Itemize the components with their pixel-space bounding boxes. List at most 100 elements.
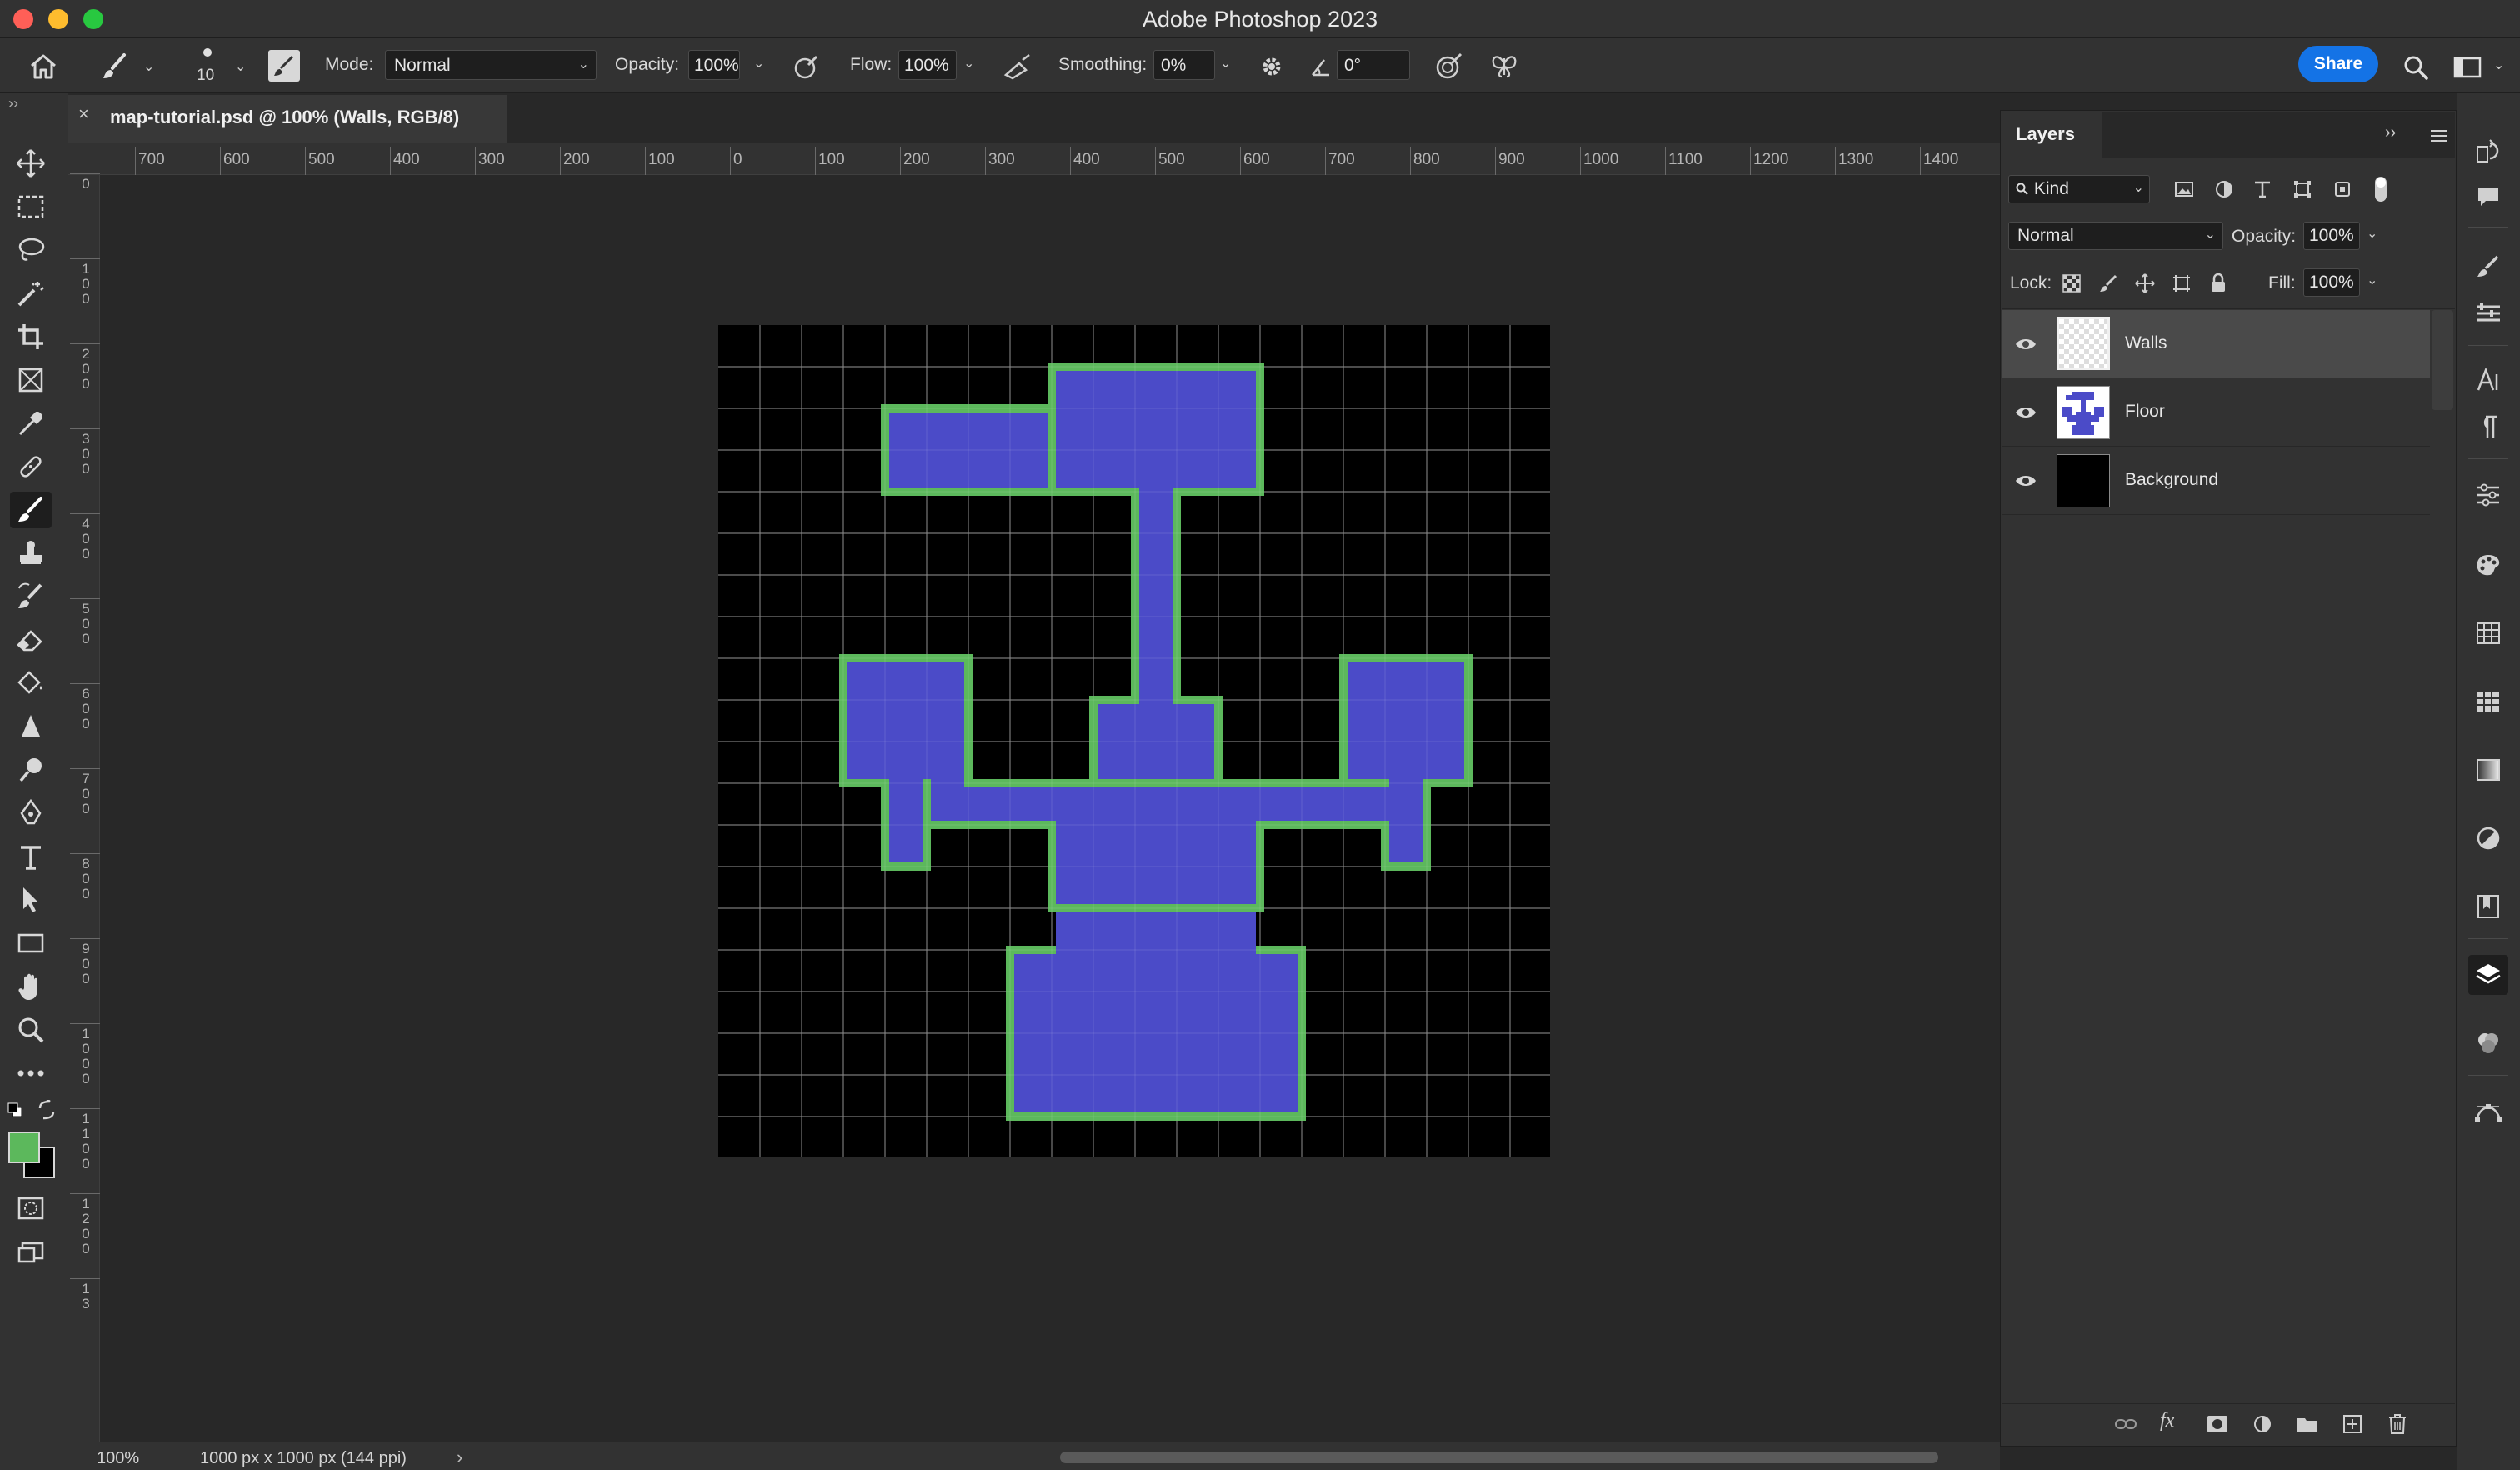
chevron-down-icon[interactable]: ⌄ xyxy=(2367,272,2378,288)
quick-mask-mode-icon[interactable] xyxy=(10,1190,52,1227)
history-panel-icon[interactable] xyxy=(2468,132,2508,172)
filter-toggle-switch[interactable] xyxy=(2375,177,2387,202)
link-layers-icon[interactable] xyxy=(2113,1412,2138,1437)
layer-name-floor[interactable]: Floor xyxy=(2125,402,2165,422)
filter-shape-layers-icon[interactable] xyxy=(2290,177,2315,202)
layer-name-walls[interactable]: Walls xyxy=(2125,333,2168,353)
filter-pixel-layers-icon[interactable] xyxy=(2172,177,2197,202)
brush-tool-icon[interactable] xyxy=(10,492,52,528)
layer-row-floor[interactable]: Floor xyxy=(2002,378,2430,447)
layers-panel-dock-icon[interactable] xyxy=(2468,955,2508,995)
mode-select[interactable]: Normal ⌄ xyxy=(385,50,597,80)
zoom-level[interactable]: 100% xyxy=(97,1449,139,1468)
crop-tool-icon[interactable] xyxy=(10,318,52,355)
type-tool-icon[interactable] xyxy=(10,838,52,875)
lock-all-icon[interactable] xyxy=(2207,272,2230,295)
filter-adjustment-layers-icon[interactable] xyxy=(2212,177,2237,202)
chevron-down-icon[interactable]: ⌄ xyxy=(2367,225,2378,242)
layer-name-background[interactable]: Background xyxy=(2125,470,2218,490)
patterns-panel-icon[interactable] xyxy=(2468,682,2508,722)
magic-wand-tool-icon[interactable] xyxy=(10,275,52,312)
layers-scrollbar[interactable] xyxy=(2432,310,2453,410)
screen-mode-icon[interactable] xyxy=(10,1235,52,1272)
new-adjustment-layer-icon[interactable] xyxy=(2250,1412,2275,1437)
brush-angle-field[interactable]: 0° xyxy=(1337,50,1410,80)
frame-tool-icon[interactable] xyxy=(10,362,52,398)
expand-panel-icon[interactable]: ›› xyxy=(2385,123,2396,142)
layer-opacity-field[interactable]: 100% xyxy=(2303,222,2360,250)
brush-settings-panel-icon[interactable] xyxy=(268,50,300,82)
flow-field[interactable]: 100% xyxy=(898,50,957,80)
swap-colors-icon[interactable] xyxy=(37,1098,57,1120)
home-icon[interactable] xyxy=(25,48,62,85)
smoothing-field[interactable]: 0% xyxy=(1153,50,1215,80)
add-layer-mask-icon[interactable] xyxy=(2205,1412,2230,1437)
rectangle-tool-icon[interactable] xyxy=(10,925,52,962)
chevron-down-icon[interactable]: ⌄ xyxy=(2493,57,2504,73)
paragraph-panel-icon[interactable] xyxy=(2468,407,2508,447)
spot-healing-brush-tool-icon[interactable] xyxy=(10,448,52,485)
blur-tool-icon[interactable] xyxy=(10,708,52,745)
new-group-folder-icon[interactable] xyxy=(2295,1412,2320,1437)
chevron-down-icon[interactable]: ⌄ xyxy=(753,55,764,72)
brush-tool-preset-icon[interactable] xyxy=(97,48,133,85)
layer-filter-kind-select[interactable]: Kind ⌄ xyxy=(2008,175,2150,203)
lock-artboard-icon[interactable] xyxy=(2170,272,2193,295)
default-colors-icon[interactable] xyxy=(7,1102,23,1118)
document-tab-title[interactable]: map-tutorial.psd @ 100% (Walls, RGB/8) xyxy=(110,107,459,128)
eye-icon[interactable] xyxy=(2013,332,2038,357)
properties-panel-icon[interactable] xyxy=(2468,475,2508,515)
hand-tool-icon[interactable] xyxy=(10,968,52,1005)
swatches-panel-icon[interactable] xyxy=(2468,613,2508,653)
status-info-menu-icon[interactable]: › xyxy=(457,1447,462,1468)
layer-style-fx-icon[interactable]: fx xyxy=(2160,1410,2174,1432)
move-tool-icon[interactable] xyxy=(10,145,52,182)
brushes-panel-icon[interactable] xyxy=(2468,293,2508,333)
opacity-field[interactable]: 100% xyxy=(688,50,740,80)
new-layer-icon[interactable] xyxy=(2340,1412,2365,1437)
adjustments-panel-icon[interactable] xyxy=(2468,818,2508,858)
rectangular-marquee-tool-icon[interactable] xyxy=(10,188,52,225)
libraries-panel-icon[interactable] xyxy=(2468,887,2508,927)
chevron-down-icon[interactable]: ⌄ xyxy=(235,58,246,75)
filter-smart-objects-icon[interactable] xyxy=(2330,177,2355,202)
eye-icon[interactable] xyxy=(2013,468,2038,493)
horizontal-ruler[interactable] xyxy=(68,143,2000,175)
pressure-opacity-icon[interactable] xyxy=(790,50,823,83)
horizontal-scrollbar[interactable] xyxy=(1060,1452,1938,1463)
clone-stamp-tool-icon[interactable] xyxy=(10,535,52,572)
lock-transparent-pixels-icon[interactable] xyxy=(2060,272,2083,295)
channels-panel-icon[interactable] xyxy=(2468,1023,2508,1063)
dodge-tool-icon[interactable] xyxy=(10,752,52,788)
document-canvas[interactable] xyxy=(718,325,1550,1157)
layer-blend-mode-select[interactable]: Normal ⌄ xyxy=(2008,222,2223,250)
expand-toolbar-icon[interactable]: ›› xyxy=(8,95,18,112)
character-panel-icon[interactable] xyxy=(2468,360,2508,400)
gradients-panel-icon[interactable] xyxy=(2468,750,2508,790)
paths-panel-icon[interactable] xyxy=(2468,1092,2508,1132)
delete-layer-trash-icon[interactable] xyxy=(2385,1412,2410,1437)
lock-image-pixels-icon[interactable] xyxy=(2097,272,2120,295)
search-icon[interactable] xyxy=(2398,50,2433,85)
panel-menu-icon[interactable] xyxy=(2428,125,2450,147)
lock-position-icon[interactable] xyxy=(2133,272,2157,295)
smoothing-settings-gear-icon[interactable] xyxy=(1255,50,1288,83)
paint-bucket-tool-icon[interactable] xyxy=(10,665,52,702)
airbrush-icon[interactable] xyxy=(1000,50,1035,83)
layer-row-walls[interactable]: Walls xyxy=(2002,310,2430,378)
foreground-color-swatch[interactable] xyxy=(8,1132,40,1163)
chevron-down-icon[interactable]: ⌄ xyxy=(963,55,974,72)
close-document-icon[interactable]: × xyxy=(78,103,89,125)
chevron-down-icon[interactable]: ⌄ xyxy=(143,58,154,75)
lasso-tool-icon[interactable] xyxy=(10,232,52,268)
brush-size-value[interactable]: 10 xyxy=(197,67,214,85)
share-button[interactable]: Share xyxy=(2298,46,2378,82)
workspace-switcher-icon[interactable] xyxy=(2450,52,2485,83)
color-panel-icon[interactable] xyxy=(2468,545,2508,585)
chevron-down-icon[interactable]: ⌄ xyxy=(1220,55,1231,72)
brush-settings-dock-icon[interactable] xyxy=(2468,247,2508,287)
zoom-tool-icon[interactable] xyxy=(10,1012,52,1048)
pressure-size-icon[interactable] xyxy=(1432,48,1467,83)
symmetry-butterfly-icon[interactable] xyxy=(1487,48,1522,83)
eraser-tool-icon[interactable] xyxy=(10,622,52,658)
